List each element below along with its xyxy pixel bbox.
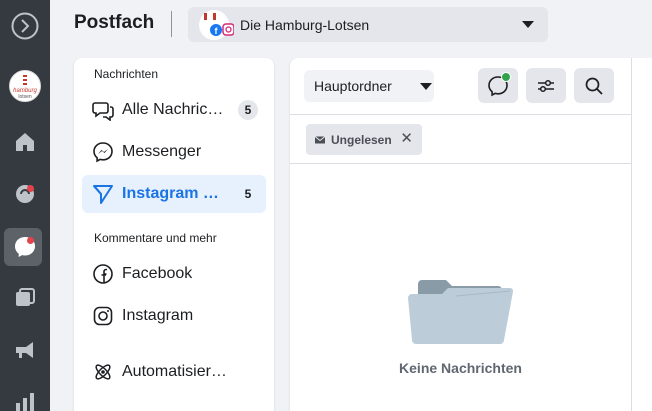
notification-dot [27, 185, 34, 192]
nav-item-label: Facebook [122, 265, 193, 282]
instagram-icon [222, 22, 235, 36]
nav-item-messenger[interactable]: Messenger [82, 133, 266, 171]
nav-item-facebook[interactable]: Facebook [82, 255, 266, 293]
account-icons: f [194, 9, 235, 41]
nav-item-all-messages[interactable]: Alle Nachrichten 5 [82, 91, 266, 129]
detail-panel-edge [631, 58, 652, 411]
close-icon[interactable]: ✕ [400, 131, 413, 147]
unread-count-badge: 5 [244, 187, 252, 201]
nav-item-label: Automatisierte Antworten [122, 363, 230, 380]
filter-button[interactable] [526, 68, 566, 103]
inbox-navigation: Nachrichten Alle Nachrichten 5 Messenger… [74, 58, 274, 411]
nav-item-automations[interactable]: Automatisierte Antworten [82, 353, 266, 391]
empty-folder-icon [406, 274, 514, 351]
notification-dot [27, 237, 34, 244]
envelope-icon [314, 135, 326, 143]
nav-item-instagram-direct[interactable]: Instagram Direct 5 [82, 175, 266, 213]
chat-bubbles-icon [91, 98, 115, 122]
empty-state-text: Keine Nachrichten [399, 360, 522, 376]
page-title: Postfach [74, 12, 155, 33]
sliders-icon [538, 79, 554, 92]
divider [290, 163, 631, 164]
chevron-down-icon [522, 21, 534, 28]
online-status-dot [501, 72, 511, 82]
account-name: Die Hamburg-Lotsen [240, 16, 370, 33]
messenger-icon [91, 140, 115, 164]
filter-chip-unread[interactable]: Ungelesen ✕ [306, 124, 422, 155]
folder-dropdown[interactable]: Hauptordner [304, 70, 434, 102]
ads-megaphone-icon[interactable] [0, 328, 50, 372]
search-icon [585, 77, 603, 95]
nav-item-label: Alle Nachrichten [122, 101, 230, 118]
home-icon[interactable] [0, 120, 50, 164]
message-list-panel: Hauptordner Ungelesen ✕ Keine Nachrichte… [290, 58, 631, 411]
left-rail: hamburg lotsen [0, 0, 50, 411]
insights-chart-icon[interactable] [0, 380, 50, 411]
account-avatar[interactable]: hamburg lotsen [0, 64, 50, 108]
section-heading-messages: Nachrichten [94, 67, 159, 81]
inbox-icon[interactable] [0, 225, 50, 269]
instagram-icon [91, 304, 115, 328]
chip-label: Ungelesen [331, 132, 392, 147]
instagram-direct-icon [91, 182, 115, 206]
header-divider [171, 11, 172, 37]
chat-status-button[interactable] [478, 68, 518, 103]
folder-label: Hauptordner [314, 78, 392, 94]
content-icon[interactable] [0, 276, 50, 320]
hamburg-lotsen-logo-icon: hamburg lotsen [13, 75, 38, 100]
activity-icon[interactable] [0, 172, 50, 216]
meta-logo-icon[interactable] [0, 4, 50, 48]
account-selector[interactable]: f Die Hamburg-Lotsen [188, 7, 548, 42]
divider [290, 114, 631, 115]
facebook-icon [91, 262, 115, 286]
nav-item-label: Instagram [122, 307, 194, 324]
search-button[interactable] [574, 68, 614, 103]
automation-atom-icon [91, 360, 115, 384]
nav-item-instagram[interactable]: Instagram [82, 297, 266, 335]
nav-item-label: Messenger [122, 143, 202, 160]
avatar: hamburg lotsen [9, 70, 41, 102]
unread-count-badge: 5 [238, 100, 258, 120]
section-heading-comments: Kommentare und mehr [94, 231, 217, 245]
svg-text:lotsen: lotsen [18, 94, 32, 100]
nav-item-label: Instagram Direct [122, 185, 230, 202]
chevron-down-icon [420, 83, 432, 90]
